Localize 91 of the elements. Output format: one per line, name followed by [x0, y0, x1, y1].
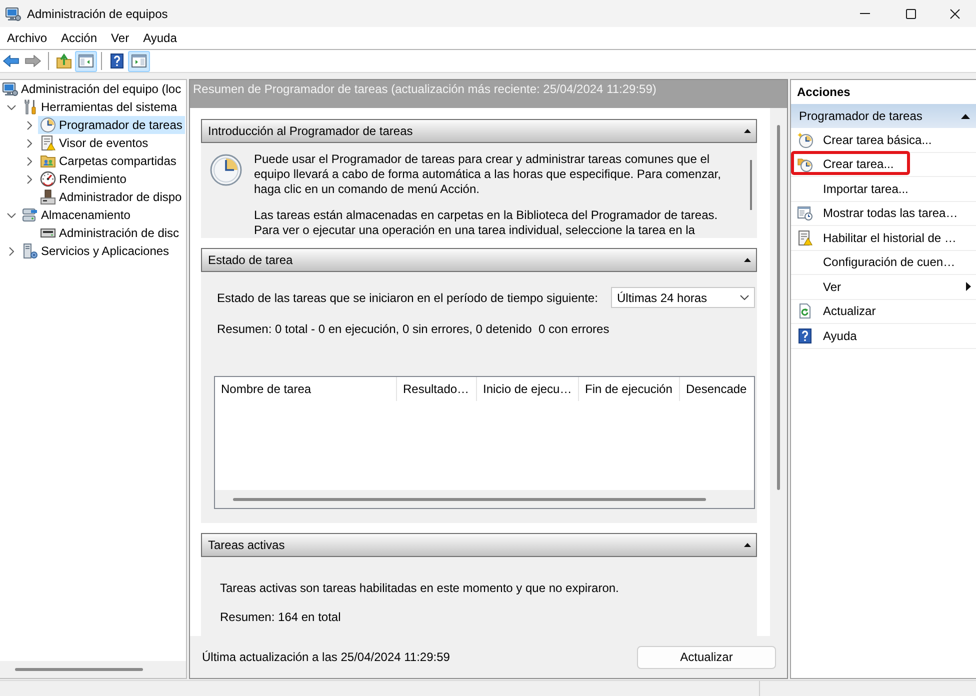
show-action-pane-button[interactable]: [128, 50, 150, 72]
caret-up-icon[interactable]: [744, 129, 751, 133]
period-dropdown[interactable]: Últimas 24 horas: [611, 287, 755, 308]
gauge-icon: [40, 171, 56, 187]
computer-icon: [2, 81, 18, 97]
chevron-right-icon[interactable]: [26, 156, 32, 166]
app-icon: [5, 6, 21, 22]
menu-item[interactable]: Ver: [104, 27, 136, 49]
horizontal-scrollbar[interactable]: [215, 490, 754, 508]
event-log-icon: [797, 230, 813, 246]
chevron-right-icon[interactable]: [26, 174, 32, 184]
server-icon: [22, 243, 38, 259]
tree-item[interactable]: Visor de eventos: [38, 134, 152, 152]
folder-up-icon: [56, 53, 72, 69]
tree-item[interactable]: Administración de disc: [38, 224, 182, 242]
pane-left-icon: [78, 53, 94, 69]
action-item[interactable]: Ayuda: [791, 324, 976, 348]
clock-icon: [40, 117, 56, 133]
clock-icon: [797, 156, 813, 172]
chevron-right-icon[interactable]: [26, 120, 32, 130]
description-text: Tareas activas son tareas habilitadas en este momento y que no expiraron.: [220, 581, 620, 596]
tree-item[interactable]: Administrador de dispo: [38, 188, 185, 206]
tree-item[interactable]: Herramientas del sistema: [20, 98, 180, 116]
action-item[interactable]: Configuración de cuen…: [791, 250, 976, 275]
action-item[interactable]: Importar tarea...: [791, 177, 976, 202]
column-header[interactable]: Inicio de ejecu…: [477, 377, 579, 401]
description-text: Las tareas están almacenadas en carpetas en la Biblioteca del Programador de tareas. Para ver o ejecutar una operación en una tarea individual, seleccione la tarea en la: [254, 208, 719, 238]
submenu-arrow-icon: [966, 282, 971, 292]
caret-up-icon[interactable]: [744, 543, 751, 547]
chevron-right-icon[interactable]: [8, 246, 14, 256]
window-title: Administración de equipos: [27, 6, 168, 22]
column-header[interactable]: Desencade: [680, 377, 754, 401]
action-item[interactable]: Actualizar: [791, 300, 976, 324]
column-header[interactable]: Nombre de tarea: [215, 377, 397, 401]
scrollbar-thumb[interactable]: [233, 498, 706, 500]
refresh-button[interactable]: Actualizar: [637, 646, 776, 668]
action-item[interactable]: Ver: [791, 275, 976, 300]
tree-item[interactable]: Carpetas compartidas: [38, 152, 180, 170]
summary-text: Resumen: 0 total - 0 en ejecución, 0 sin errores, 0 detenido 0 con errores: [216, 322, 610, 336]
actions-section-header[interactable]: Programador de tareas: [791, 104, 976, 128]
description-text: Puede usar el Programador de tareas para crear y administrar tareas comunes que el equipo llevará a cabo de forma automática a las horas que especifique. Para comenzar, haga clic en un comando de menú Acción.: [254, 152, 722, 197]
section-header[interactable]: Introducción al Programador de tareas: [201, 119, 757, 143]
scrollbar-thumb[interactable]: [750, 160, 752, 210]
close-icon: [950, 8, 960, 18]
summary-text: Resumen: 164 en total: [220, 610, 342, 625]
action-item[interactable]: Crear tarea básica...: [791, 128, 976, 152]
pane-title: Acciones: [796, 84, 852, 101]
minimize-icon: [860, 13, 870, 14]
clock-icon: [210, 154, 242, 186]
tree-item[interactable]: Almacenamiento: [20, 206, 134, 224]
pane-right-icon: [131, 53, 147, 69]
menu-item[interactable]: Ayuda: [136, 27, 184, 49]
event-log-icon: [40, 135, 56, 151]
tree-item[interactable]: Programador de tareas: [38, 116, 186, 134]
refresh-icon: [797, 303, 813, 320]
field-label: Estado de las tareas que se iniciaron en el período de tiempo siguiente:: [217, 290, 598, 306]
last-update-text: Última actualización a las 25/04/2024 11:29:59: [202, 649, 450, 666]
chevron-down-icon[interactable]: [6, 104, 16, 110]
clock-icon: [797, 132, 813, 148]
show-tree-button[interactable]: [75, 50, 97, 72]
horizontal-scrollbar[interactable]: [0, 661, 186, 678]
chevron-right-icon[interactable]: [26, 138, 32, 148]
tools-icon: [22, 99, 38, 115]
window-clock-icon: [797, 205, 813, 222]
scrollbar-thumb[interactable]: [15, 668, 143, 671]
help-icon: [797, 328, 813, 344]
left-arrow-icon: [3, 55, 19, 67]
action-item[interactable]: Mostrar todas las tarea…: [791, 202, 976, 226]
tree-item[interactable]: Administración del equipo (loc: [0, 80, 184, 98]
caret-up-icon[interactable]: [744, 258, 751, 262]
section-header[interactable]: Estado de tarea: [201, 248, 757, 272]
menu-item[interactable]: Archivo: [0, 27, 54, 49]
right-arrow-icon: [25, 55, 41, 67]
help-icon: [109, 53, 125, 69]
action-item[interactable]: Habilitar el historial de …: [791, 226, 976, 250]
column-header[interactable]: Resultado…: [397, 377, 477, 401]
device-icon: [40, 189, 56, 205]
section-header[interactable]: Tareas activas: [201, 533, 757, 557]
summary-title: Resumen de Programador de tareas (actualización más reciente: 25/04/2024 11:29:59): [190, 80, 787, 108]
caret-up-icon[interactable]: [961, 114, 970, 118]
vertical-scrollbar[interactable]: [770, 108, 787, 636]
action-item[interactable]: Crear tarea...: [791, 152, 976, 177]
storage-icon: [22, 207, 38, 223]
chevron-down-icon[interactable]: [6, 212, 16, 218]
tree-item[interactable]: Rendimiento: [38, 170, 130, 188]
menu-item[interactable]: Acción: [54, 27, 104, 49]
maximize-icon: [906, 8, 916, 18]
column-header[interactable]: Fin de ejecución: [579, 377, 680, 401]
tree-item[interactable]: Servicios y Aplicaciones: [20, 242, 172, 260]
shared-folder-icon: [40, 153, 56, 169]
scrollbar-thumb[interactable]: [777, 125, 780, 490]
